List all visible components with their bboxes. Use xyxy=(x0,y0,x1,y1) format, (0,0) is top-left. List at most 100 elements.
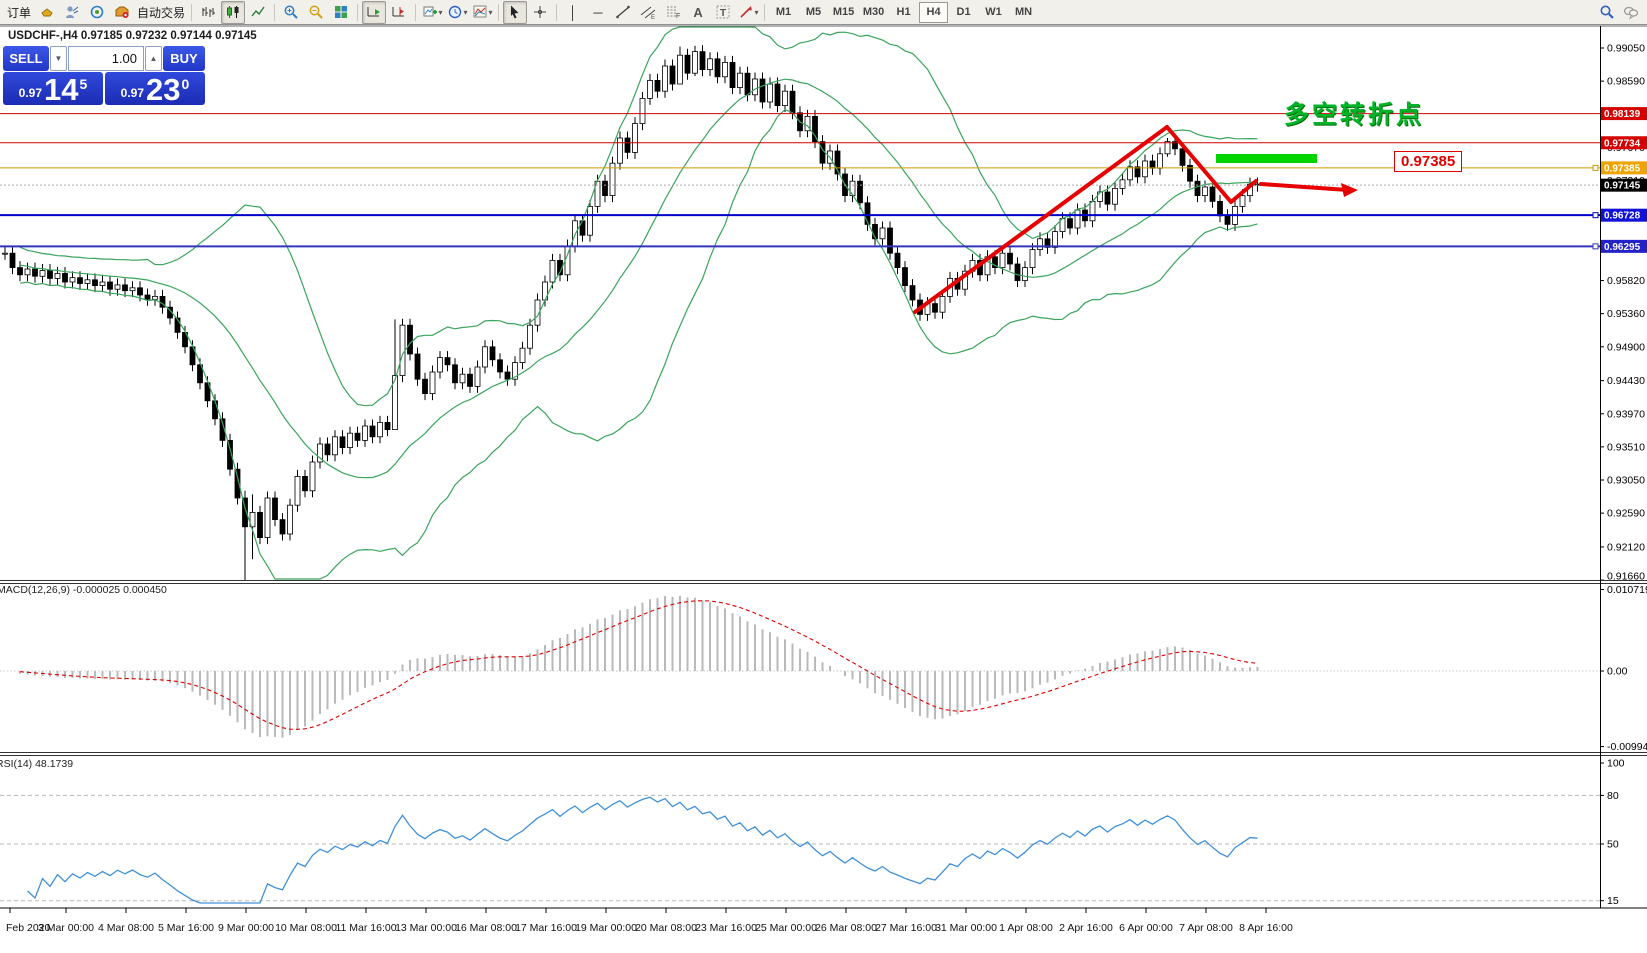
buy-button[interactable]: BUY xyxy=(163,46,205,71)
svg-text:0.94900: 0.94900 xyxy=(1607,341,1645,353)
sell-price-big: 14 xyxy=(44,75,78,104)
bar-chart-icon[interactable] xyxy=(196,1,220,24)
buy-price-pip: 0 xyxy=(182,76,190,92)
sell-price-pip: 5 xyxy=(80,76,88,92)
buy-price-prefix: 0.97 xyxy=(121,86,144,100)
text-tool[interactable]: A xyxy=(686,1,710,24)
chart-shift-icon[interactable] xyxy=(387,1,411,24)
svg-text:27 Mar 16:00: 27 Mar 16:00 xyxy=(875,922,937,934)
svg-text:17 Mar 16:00: 17 Mar 16:00 xyxy=(515,922,577,934)
toolbar-separator xyxy=(764,4,765,21)
svg-text:25 Mar 00:00: 25 Mar 00:00 xyxy=(755,922,817,934)
timeframe-m1[interactable]: M1 xyxy=(769,2,798,23)
autotrading-icon[interactable] xyxy=(110,1,134,24)
price-level-label[interactable]: 0.97385 xyxy=(1394,151,1462,172)
timeframe-w1[interactable]: W1 xyxy=(979,2,1008,23)
timeframe-h1[interactable]: H1 xyxy=(889,2,918,23)
candlestick-chart-icon[interactable] xyxy=(221,1,245,24)
svg-text:100: 100 xyxy=(1607,758,1625,770)
market-watch-icon[interactable] xyxy=(35,1,59,24)
svg-text:0.98139: 0.98139 xyxy=(1604,109,1641,120)
svg-text:0.92120: 0.92120 xyxy=(1607,541,1645,553)
search-icon[interactable] xyxy=(1595,1,1619,24)
zoom-out-icon[interactable] xyxy=(304,1,328,24)
svg-text:F: F xyxy=(676,13,680,20)
macd-pane: 0.0107190.00-0.009944 xyxy=(0,584,1647,753)
new-chart-icon[interactable]: ▾ xyxy=(420,1,444,24)
one-click-trading-panel: SELL ▼ 1.00 ▲ BUY 0.97 14 5 0.97 23 0 xyxy=(3,46,205,105)
svg-text:13 Mar 00:00: 13 Mar 00:00 xyxy=(395,922,457,934)
chart-svg: 0.990500.985900.981300.976700.972100.967… xyxy=(0,0,1647,948)
vertical-line-icon[interactable]: │ xyxy=(561,1,585,24)
price-scale[interactable]: 0.990500.985900.981300.976700.972100.967… xyxy=(1600,43,1645,583)
zoom-in-icon[interactable] xyxy=(279,1,303,24)
line-chart-icon[interactable] xyxy=(246,1,270,24)
svg-text:0.98590: 0.98590 xyxy=(1607,76,1645,88)
tile-windows-icon[interactable] xyxy=(329,1,353,24)
svg-text:4 Mar 08:00: 4 Mar 08:00 xyxy=(98,922,154,934)
chart-drawings[interactable] xyxy=(915,127,1358,312)
broadcast-icon[interactable] xyxy=(85,1,109,24)
dropdown-caret-icon: ▾ xyxy=(489,8,493,17)
fibonacci-icon[interactable]: F xyxy=(661,1,685,24)
svg-text:15: 15 xyxy=(1607,895,1619,907)
toolbar-separator xyxy=(191,4,192,21)
svg-text:-0.009944: -0.009944 xyxy=(1607,741,1647,753)
svg-text:3 Mar 00:00: 3 Mar 00:00 xyxy=(38,922,94,934)
svg-text:E: E xyxy=(651,15,655,20)
horizontal-line-icon[interactable]: ─ xyxy=(586,1,610,24)
svg-text:9 Mar 00:00: 9 Mar 00:00 xyxy=(218,922,274,934)
timeframe-mn[interactable]: MN xyxy=(1009,2,1038,23)
macd-indicator-label: MACD(12,26,9) -0.000025 0.000450 xyxy=(0,584,167,596)
svg-text:0.96728: 0.96728 xyxy=(1604,211,1641,222)
svg-text:0.93050: 0.93050 xyxy=(1607,475,1645,487)
svg-text:23 Mar 16:00: 23 Mar 16:00 xyxy=(695,922,757,934)
svg-text:16 Mar 08:00: 16 Mar 08:00 xyxy=(455,922,517,934)
toolbar-separator xyxy=(556,4,557,21)
templates-icon[interactable]: ▾ xyxy=(470,1,494,24)
volume-increase-button[interactable]: ▲ xyxy=(145,46,162,71)
toolbar-separator xyxy=(274,4,275,21)
timeframe-d1[interactable]: D1 xyxy=(949,2,978,23)
timeframe-clock-icon[interactable]: ▾ xyxy=(445,1,469,24)
autotrading-label[interactable]: 自动交易 xyxy=(135,4,187,21)
main-toolbar: 订单 自动交易 ▾ ▾ ▾ │ ─ E F A T ▾ M1 M5 M15 M3… xyxy=(0,0,1647,25)
svg-text:1 Apr 08:00: 1 Apr 08:00 xyxy=(999,922,1053,934)
timeframe-m30[interactable]: M30 xyxy=(859,2,888,23)
svg-text:8 Apr 16:00: 8 Apr 16:00 xyxy=(1239,922,1293,934)
svg-text:0.93970: 0.93970 xyxy=(1607,408,1645,420)
svg-text:19 Mar 00:00: 19 Mar 00:00 xyxy=(575,922,637,934)
timeframe-h4[interactable]: H4 xyxy=(919,2,948,23)
equidistant-channel-icon[interactable]: E xyxy=(636,1,660,24)
buy-price-big: 23 xyxy=(146,75,180,104)
svg-text:0.010719: 0.010719 xyxy=(1607,584,1647,596)
sell-price-button[interactable]: 0.97 14 5 xyxy=(3,72,103,105)
arrows-tool[interactable]: ▾ xyxy=(736,1,760,24)
timeframe-m15[interactable]: M15 xyxy=(829,2,858,23)
volume-input[interactable]: 1.00 xyxy=(68,46,144,71)
buy-price-button[interactable]: 0.97 23 0 xyxy=(105,72,205,105)
volume-decrease-button[interactable]: ▼ xyxy=(50,46,67,71)
signals-icon[interactable] xyxy=(60,1,84,24)
time-scale[interactable]: Feb 20203 Mar 00:004 Mar 08:005 Mar 16:0… xyxy=(6,908,1293,934)
auto-scroll-icon[interactable] xyxy=(362,1,386,24)
svg-text:7 Apr 08:00: 7 Apr 08:00 xyxy=(1179,922,1233,934)
trendline-icon[interactable] xyxy=(611,1,635,24)
chat-icon[interactable] xyxy=(1619,1,1643,24)
dropdown-caret-icon: ▾ xyxy=(755,8,759,17)
svg-text:20 Mar 08:00: 20 Mar 08:00 xyxy=(635,922,697,934)
timeframe-m5[interactable]: M5 xyxy=(799,2,828,23)
cursor-icon[interactable] xyxy=(503,1,527,24)
svg-text:0.94430: 0.94430 xyxy=(1607,375,1645,387)
crosshair-icon[interactable] xyxy=(528,1,552,24)
dropdown-caret-icon: ▾ xyxy=(464,8,468,17)
new-order-button[interactable]: 订单 xyxy=(4,1,34,24)
turning-point-annotation[interactable]: 多空转折点 xyxy=(1284,95,1424,131)
svg-text:26 Mar 08:00: 26 Mar 08:00 xyxy=(815,922,877,934)
text-label-tool[interactable]: T xyxy=(711,1,735,24)
chart-area[interactable]: 0.990500.985900.981300.976700.972100.967… xyxy=(0,0,1647,948)
sell-button[interactable]: SELL xyxy=(3,46,49,71)
svg-text:5 Mar 16:00: 5 Mar 16:00 xyxy=(158,922,214,934)
svg-text:0.95820: 0.95820 xyxy=(1607,275,1645,287)
new-order-label: 订单 xyxy=(5,4,33,21)
